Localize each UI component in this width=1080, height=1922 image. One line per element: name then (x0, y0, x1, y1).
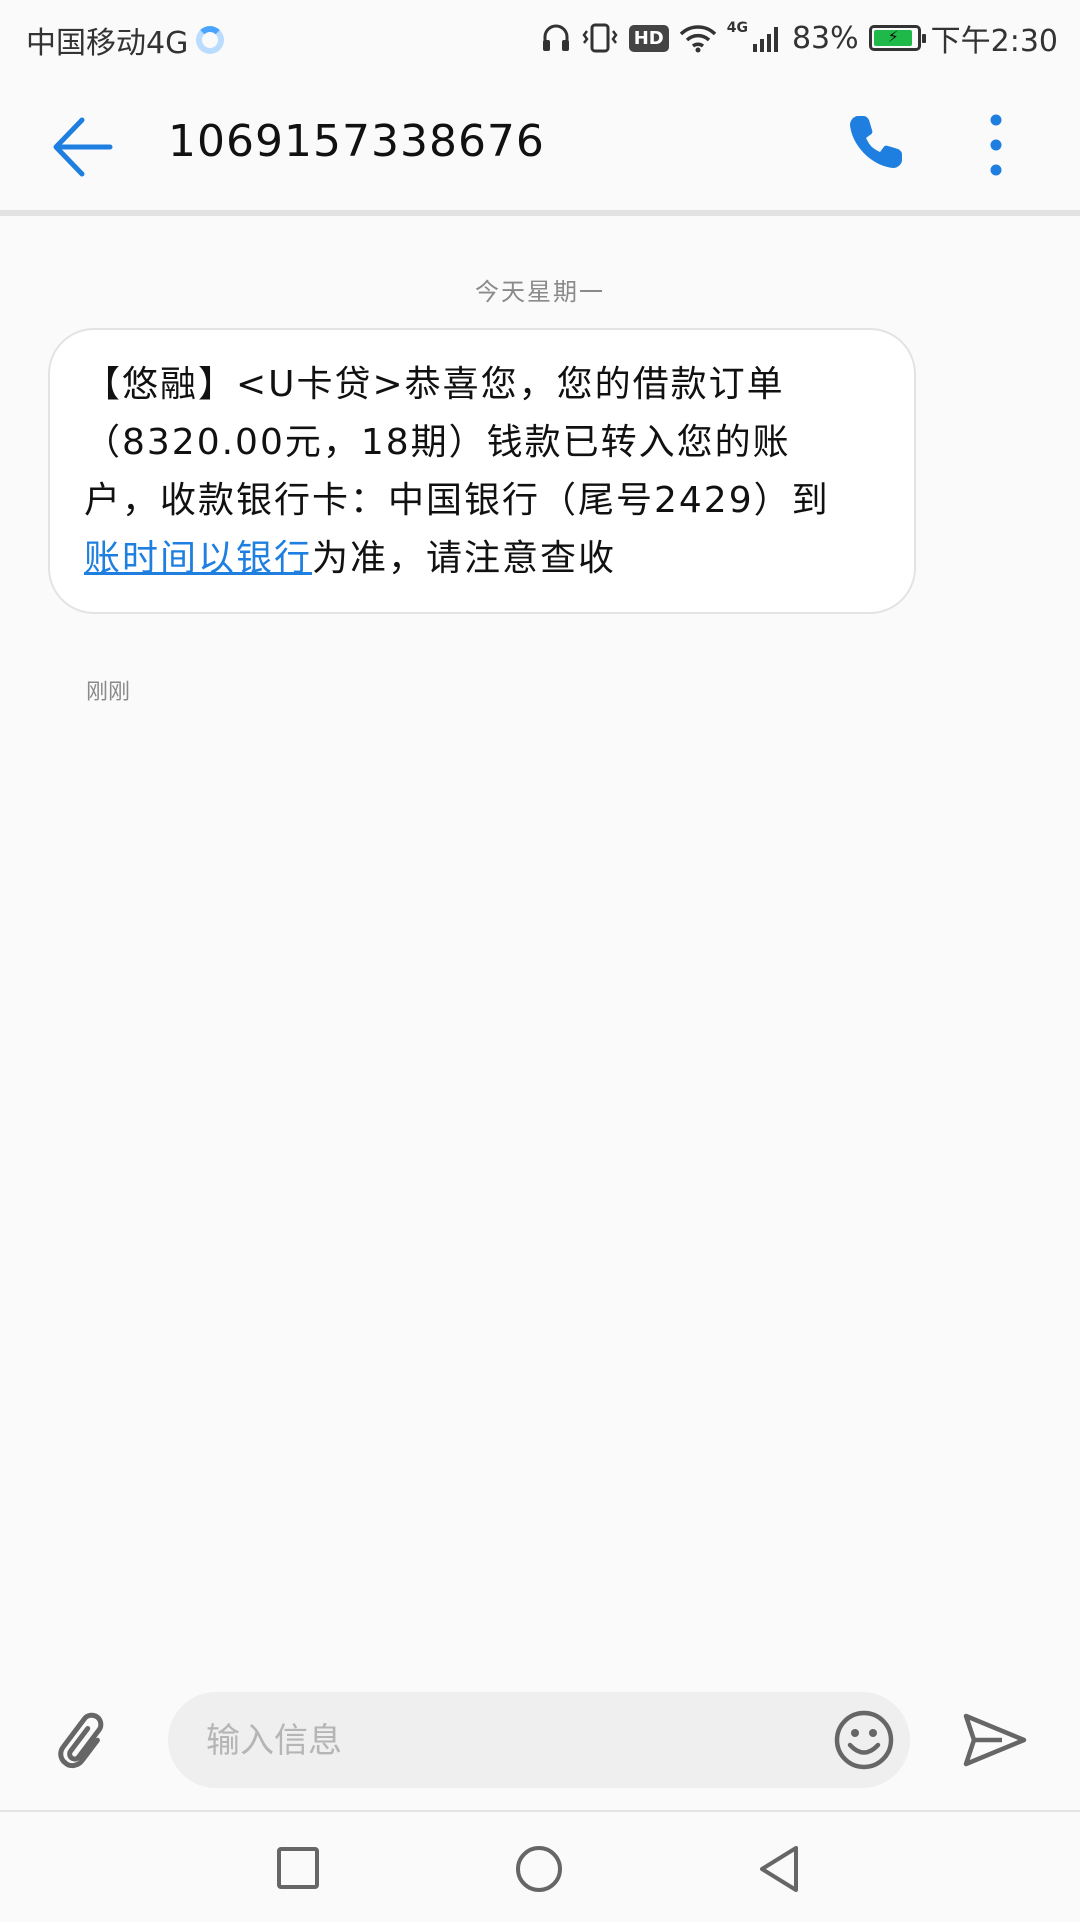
loading-icon (196, 26, 225, 54)
hd-badge: HD (628, 24, 669, 52)
battery-icon: ⚡ (868, 25, 926, 51)
back-triangle-icon[interactable] (756, 1844, 802, 1894)
navigation-bar (0, 1810, 1080, 1922)
back-arrow-icon[interactable] (48, 114, 118, 180)
message-input[interactable] (204, 1712, 788, 1770)
recents-square-icon[interactable] (276, 1846, 320, 1890)
message-timestamp: 刚刚 (86, 680, 131, 705)
conversation-header: 1069157338676 (0, 76, 1080, 216)
message-text-tail: 为准，请注意查收 (312, 538, 617, 579)
send-icon[interactable] (962, 1710, 1028, 1770)
status-left: 中国移动4G (26, 18, 225, 62)
status-right: HD 4G 83% ⚡ 下午2:30 (541, 16, 1058, 60)
phone-icon[interactable] (844, 110, 908, 174)
message-link[interactable]: 账时间以银行 (84, 538, 312, 579)
headset-icon (542, 24, 569, 51)
home-circle-icon[interactable] (514, 1844, 564, 1894)
battery-level-fill: ⚡ (873, 27, 912, 46)
carrier-label: 中国移动4G (26, 26, 189, 61)
wifi-icon (679, 25, 716, 53)
contact-title: 1069157338676 (168, 116, 545, 167)
more-vertical-icon[interactable] (976, 110, 1016, 180)
signal-icon (752, 27, 778, 52)
message-bubble[interactable]: 【悠融】<U卡贷>恭喜您，您的借款订单（8320.00元，18期）钱款已转入您的… (48, 328, 916, 614)
emoji-icon[interactable] (832, 1708, 896, 1772)
message-text: 【悠融】<U卡贷>恭喜您，您的借款订单（8320.00元，18期）钱款已转入您的… (84, 364, 830, 521)
vibrate-icon (582, 23, 618, 53)
paperclip-icon[interactable] (52, 1712, 118, 1778)
date-separator: 今天星期一 (475, 278, 605, 306)
network-type-badge: 4G (726, 20, 748, 36)
message-input-container (168, 1692, 910, 1788)
clock: 下午2:30 (930, 24, 1058, 59)
status-bar: 中国移动4G HD 4G 83% ⚡ 下午2:30 (0, 0, 1080, 76)
battery-percent: 83% (791, 20, 859, 56)
